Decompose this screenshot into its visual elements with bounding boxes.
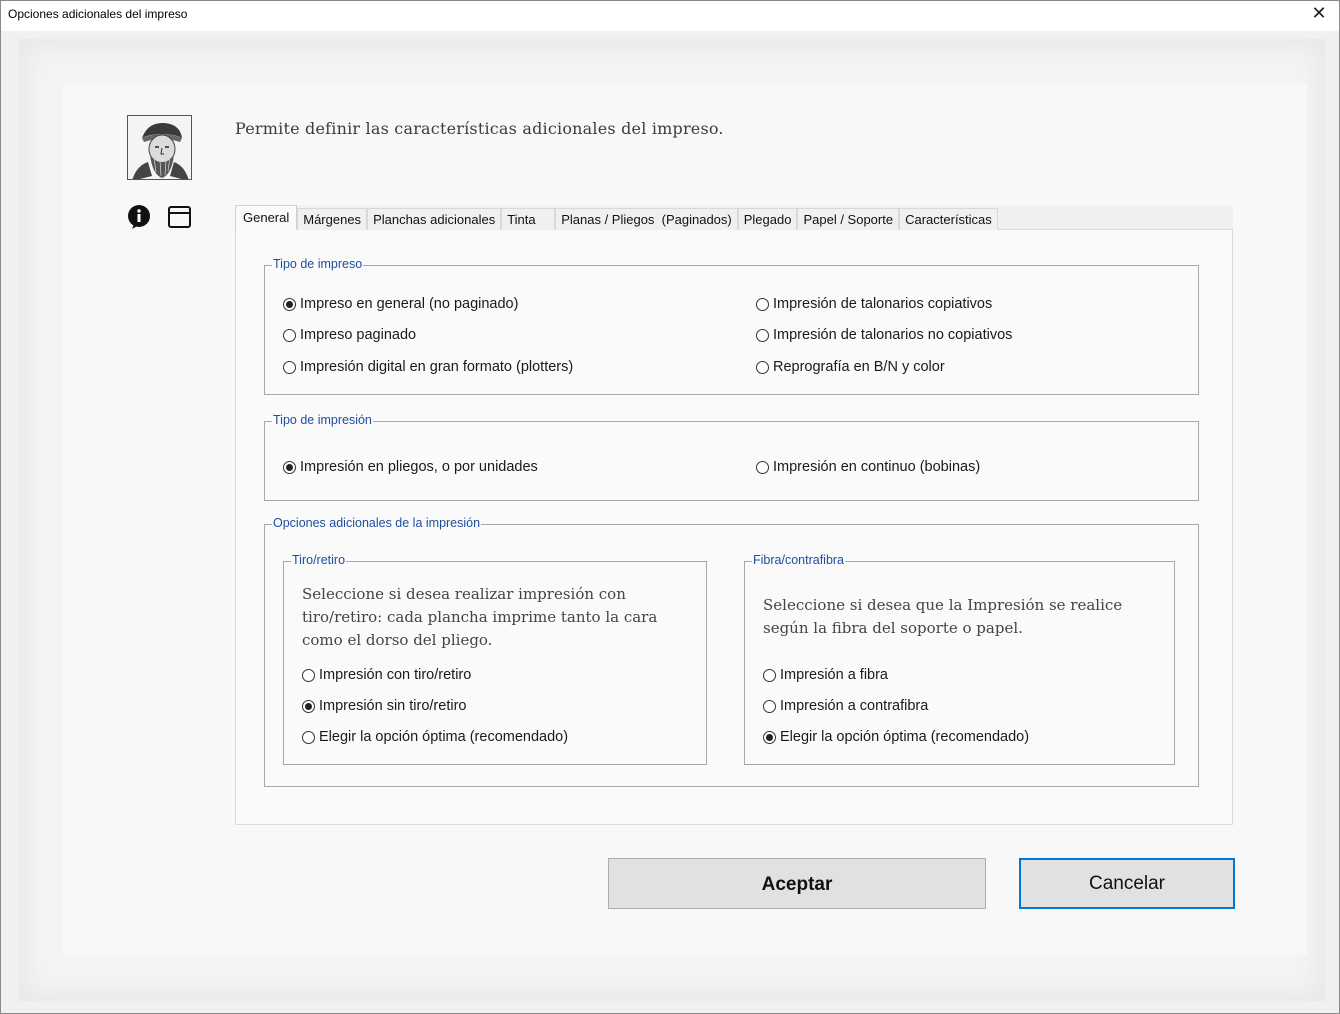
cancel-button[interactable]: Cancelar [1019,858,1235,909]
tab-caracteristicas[interactable]: Características [899,208,998,230]
tab-papel-soporte[interactable]: Papel / Soporte [797,208,900,230]
radio-button[interactable] [302,730,315,744]
dialog-description: Permite definir las características adic… [235,119,724,138]
radio-impresion-pliegos[interactable]: Impresión en pliegos, o por unidades [283,459,538,475]
help-line: tiro/retiro: cada plancha imprime tanto … [302,608,658,626]
dialog-window: Opciones adicionales del impreso ✕ Permi… [0,0,1340,1014]
radio-label: Impresión en pliegos, o por unidades [300,459,538,475]
radio-label: Reprografía en B/N y color [773,359,945,375]
fibra-help: Seleccione si desea que la Impresión se … [763,594,1122,640]
radio-label: Impresión de talonarios no copiativos [773,327,1013,343]
radio-button[interactable] [302,668,315,682]
radio-reprografia[interactable]: Reprografía en B/N y color [756,359,945,375]
radio-label: Impresión sin tiro/retiro [319,698,467,714]
radio-label: Impresión digital en gran formato (plott… [300,359,574,375]
window-title: Opciones adicionales del impreso [8,7,188,21]
fibra-legend: Fibra/contrafibra [752,553,846,567]
help-line: Seleccione si desea que la Impresión se … [763,596,1123,614]
radio-button[interactable] [763,730,776,744]
radio-button[interactable] [763,668,776,682]
radio-con-tiro-retiro[interactable]: Impresión con tiro/retiro [302,667,471,683]
opciones-adicionales-legend: Opciones adicionales de la impresión [272,516,482,530]
accept-button[interactable]: Aceptar [608,858,986,909]
radio-impresion-continuo[interactable]: Impresión en continuo (bobinas) [756,459,980,475]
tipo-impresion-legend: Tipo de impresión [272,413,373,427]
radio-label: Impresión con tiro/retiro [319,667,472,683]
radio-button[interactable] [283,328,296,342]
radio-talonarios-copiativos[interactable]: Impresión de talonarios copiativos [756,296,992,312]
radio-contrafibra[interactable]: Impresión a contrafibra [763,698,928,714]
radio-button[interactable] [302,699,315,713]
tab-plegado[interactable]: Plegado [737,208,798,230]
radio-label: Impresión a contrafibra [780,698,929,714]
radio-label: Impreso paginado [300,327,417,343]
tab-planchas-adicionales[interactable]: Planchas adicionales [367,208,502,230]
radio-impreso-general[interactable]: Impreso en general (no paginado) [283,296,518,312]
radio-sin-tiro-retiro[interactable]: Impresión sin tiro/retiro [302,698,466,714]
radio-label: Impresión de talonarios copiativos [773,296,993,312]
close-icon[interactable]: ✕ [1307,3,1331,27]
info-icon[interactable] [126,204,152,230]
tab-general[interactable]: General [235,205,298,231]
radio-impreso-paginado[interactable]: Impreso paginado [283,327,416,343]
tab-margenes[interactable]: Márgenes [297,208,368,230]
radio-label: Impresión en continuo (bobinas) [773,459,981,475]
tab-strip: General Márgenes Planchas adicionales Ti… [235,205,1233,231]
radio-tiro-optima[interactable]: Elegir la opción óptima (recomendado) [302,729,568,745]
radio-button[interactable] [756,360,769,374]
radio-button[interactable] [283,360,296,374]
radio-button[interactable] [283,460,296,474]
radio-label: Impresión a fibra [780,667,888,683]
radio-impresion-digital[interactable]: Impresión digital en gran formato (plott… [283,359,573,375]
help-line: según la fibra del soporte o papel. [763,619,1023,637]
radio-label: Impreso en general (no paginado) [300,296,519,312]
radio-button[interactable] [756,328,769,342]
radio-label: Elegir la opción óptima (recomendado) [780,729,1030,745]
window-icon[interactable] [167,205,193,231]
radio-button[interactable] [756,460,769,474]
help-line: como el dorso del pliego. [302,631,493,649]
radio-fibra-optima[interactable]: Elegir la opción óptima (recomendado) [763,729,1029,745]
tab-tinta[interactable]: Tinta [501,208,556,230]
tab-planas-pliegos[interactable]: Planas / Pliegos (Paginados) [555,208,738,230]
radio-button[interactable] [283,297,296,311]
title-bar: Opciones adicionales del impreso ✕ [1,1,1339,31]
radio-button[interactable] [756,297,769,311]
tiro-retiro-help: Seleccione si desea realizar impresión c… [302,583,657,652]
radio-fibra[interactable]: Impresión a fibra [763,667,888,683]
help-line: Seleccione si desea realizar impresión c… [302,585,626,603]
tipo-impreso-legend: Tipo de impreso [272,257,364,271]
radio-talonarios-no-copiativos[interactable]: Impresión de talonarios no copiativos [756,327,1012,343]
radio-label: Elegir la opción óptima (recomendado) [319,729,569,745]
tiro-retiro-legend: Tiro/retiro [291,553,347,567]
gutenberg-portrait-icon [127,115,192,180]
radio-button[interactable] [763,699,776,713]
